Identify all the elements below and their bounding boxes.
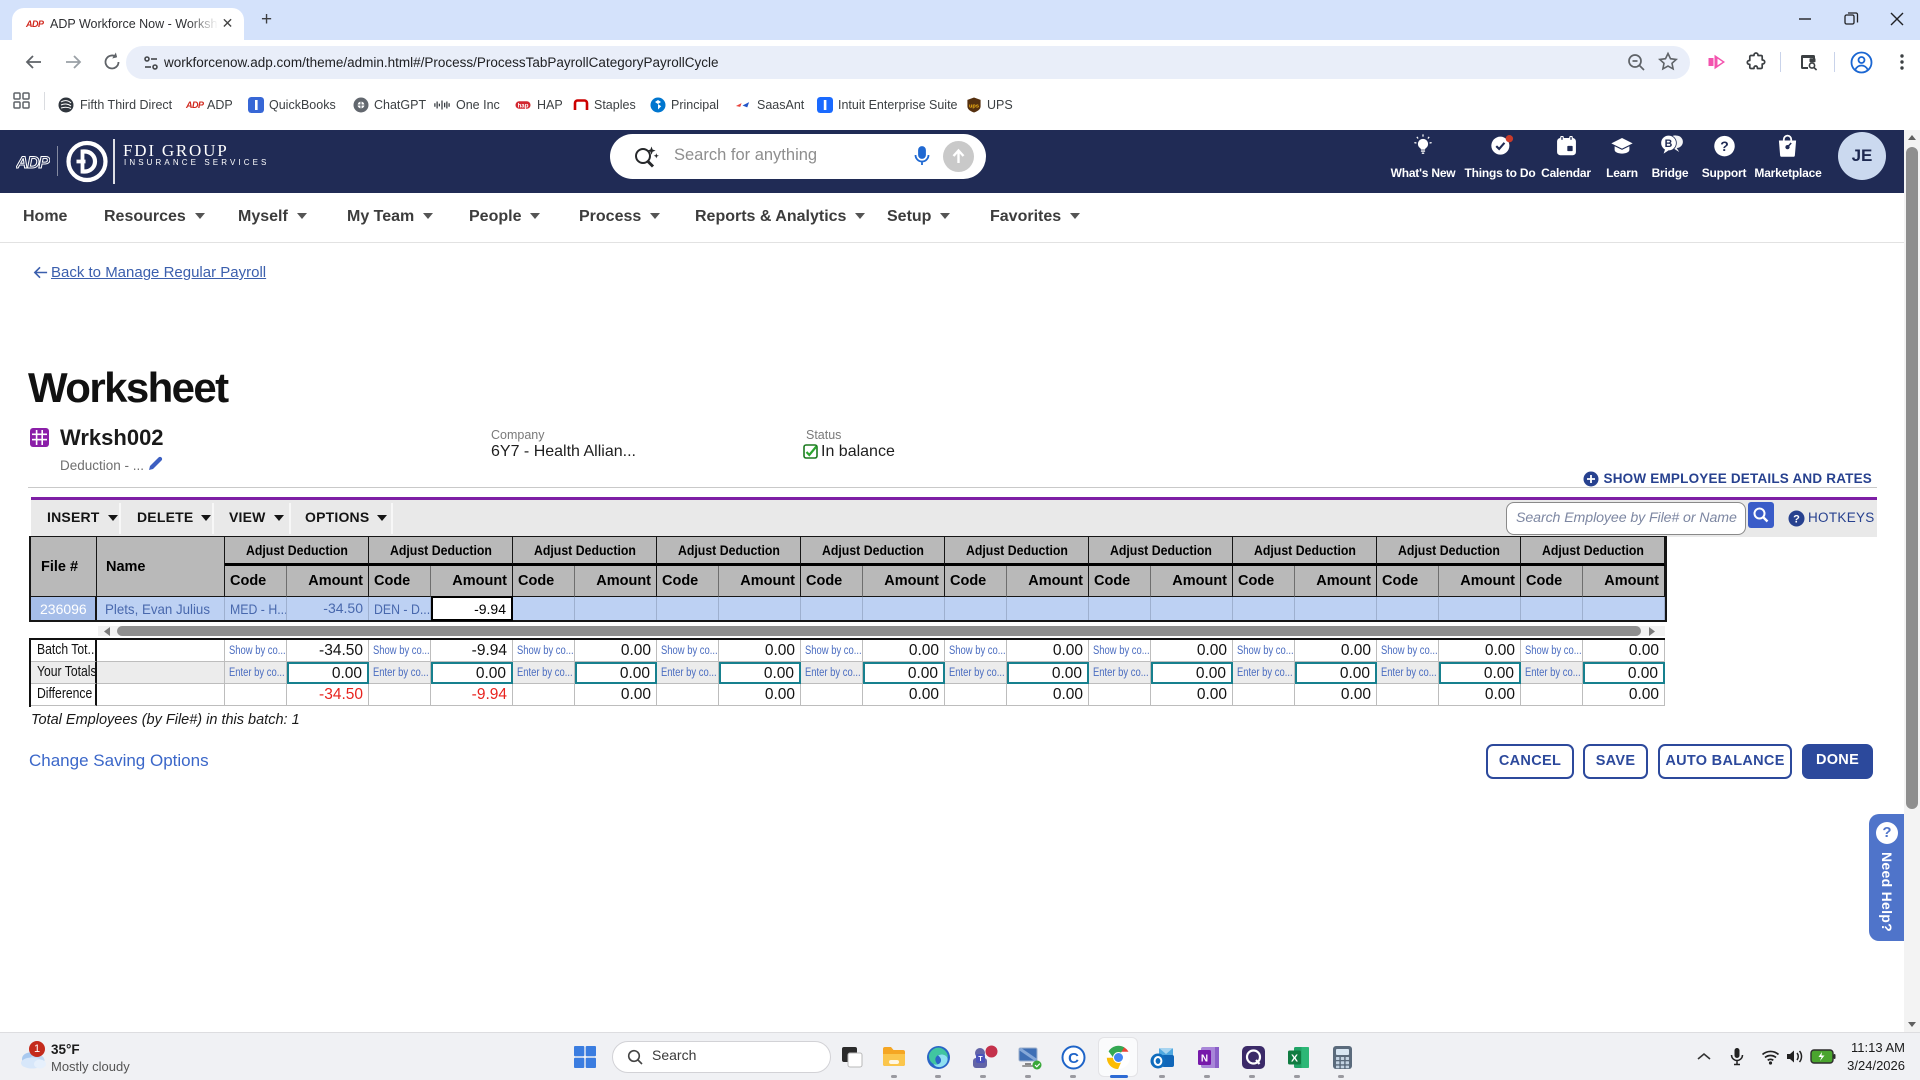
svg-text:T: T [978, 1056, 983, 1063]
svg-text:N: N [1201, 1054, 1208, 1065]
svg-text:C: C [1068, 1050, 1079, 1067]
svg-text:X: X [1291, 1053, 1298, 1065]
svg-text:?: ? [1793, 514, 1800, 526]
